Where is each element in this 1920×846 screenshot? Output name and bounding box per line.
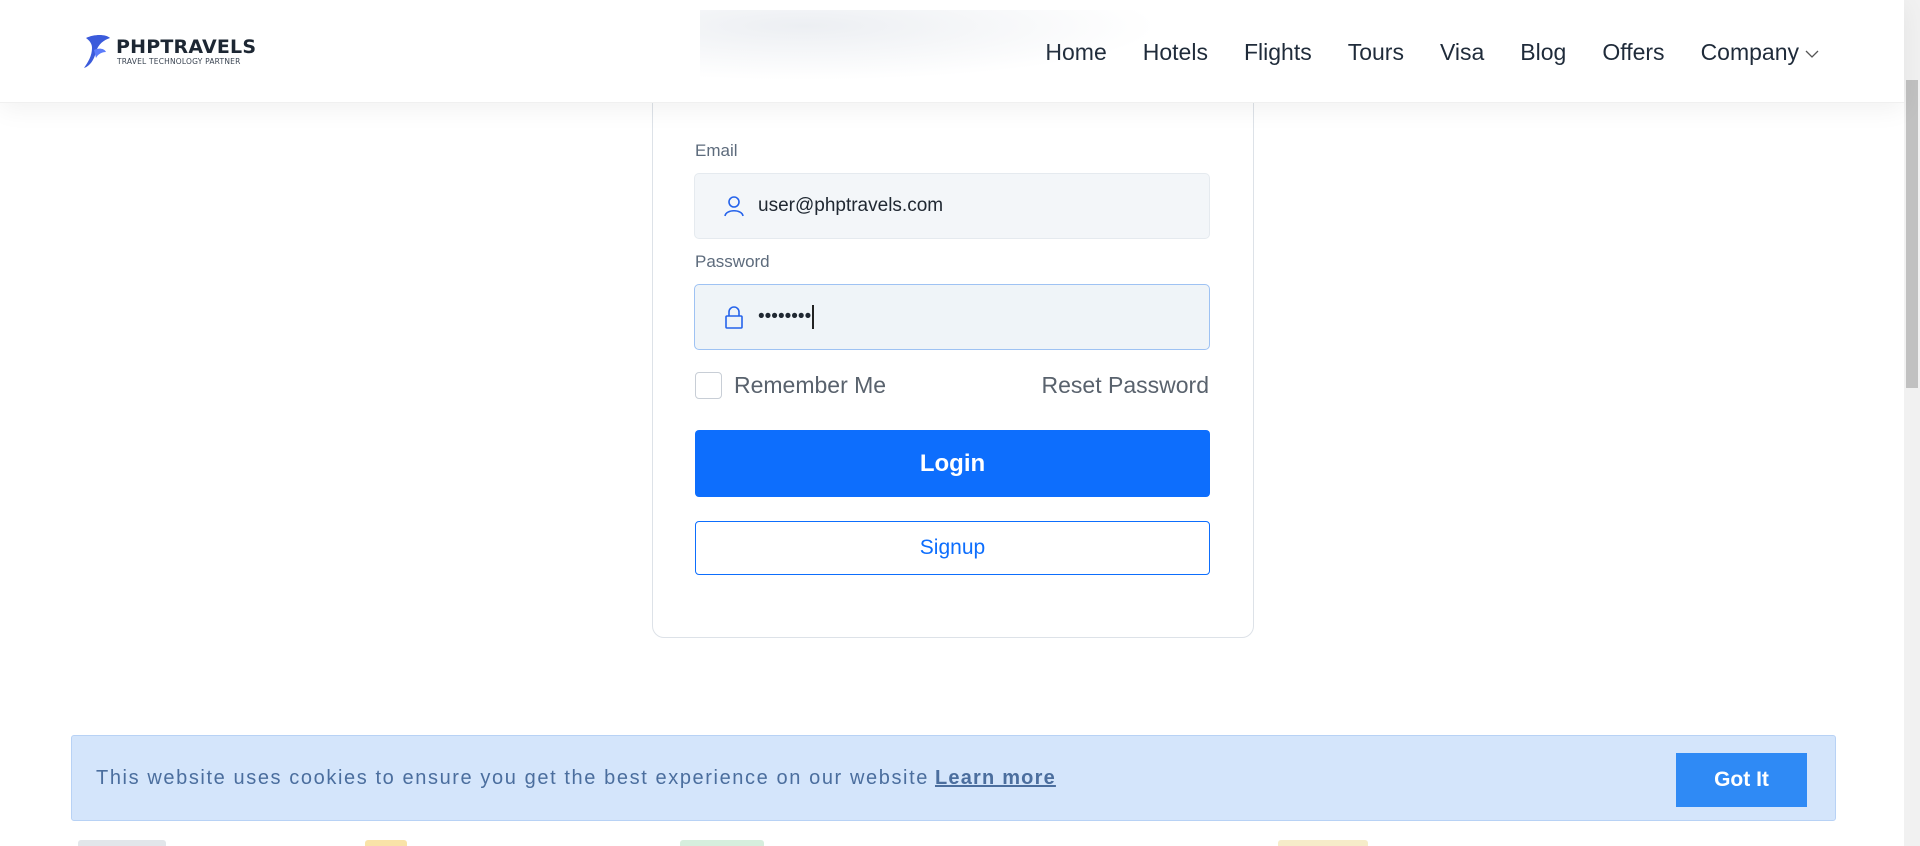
lock-icon	[725, 306, 743, 329]
cookie-banner: This website uses cookies to ensure you …	[71, 735, 1836, 821]
main-nav: Home Hotels Flights Tours Visa Blog Offe…	[1009, 38, 1819, 66]
footer-image-peek	[365, 840, 407, 846]
email-value: user@phptravels.com	[758, 195, 944, 216]
learn-more-link[interactable]: Learn more	[935, 767, 1056, 790]
logo-icon	[84, 35, 110, 68]
nav-visa[interactable]: Visa	[1440, 38, 1484, 66]
footer-image-peek	[680, 840, 764, 846]
remember-checkbox[interactable]	[695, 372, 722, 399]
logo-name: PHPTRAVELS	[116, 36, 257, 58]
site-header: PHPTRAVELS TRAVEL TECHNOLOGY PARTNER Hom…	[0, 0, 1904, 103]
password-value: ••••••••	[758, 306, 812, 327]
remember-label[interactable]: Remember Me	[734, 372, 886, 399]
reset-password-link[interactable]: Reset Password	[1042, 372, 1209, 399]
chevron-down-icon	[1805, 50, 1819, 58]
nav-tours[interactable]: Tours	[1348, 38, 1404, 66]
nav-company-label: Company	[1700, 39, 1799, 65]
logo-tagline: TRAVEL TECHNOLOGY PARTNER	[117, 57, 241, 66]
nav-offers[interactable]: Offers	[1602, 38, 1664, 66]
password-label: Password	[695, 252, 770, 271]
nav-hotels[interactable]: Hotels	[1143, 38, 1208, 66]
user-icon	[724, 196, 744, 217]
password-field[interactable]: ••••••••	[694, 284, 1210, 350]
footer-image-peek	[78, 840, 166, 846]
footer-image-peek	[1278, 840, 1368, 846]
cookie-text: This website uses cookies to ensure you …	[96, 766, 929, 789]
email-label: Email	[695, 141, 738, 160]
nav-blog[interactable]: Blog	[1520, 38, 1566, 66]
page-scrollbar[interactable]	[1904, 0, 1920, 846]
nav-home[interactable]: Home	[1045, 38, 1106, 66]
nav-company[interactable]: Company	[1701, 38, 1819, 66]
email-field[interactable]: user@phptravels.com	[694, 173, 1210, 239]
logo[interactable]: PHPTRAVELS TRAVEL TECHNOLOGY PARTNER	[80, 32, 256, 72]
signup-button[interactable]: Signup	[695, 521, 1210, 575]
scrollbar-thumb[interactable]	[1906, 80, 1918, 388]
login-button[interactable]: Login	[695, 430, 1210, 497]
got-it-button[interactable]: Got It	[1676, 753, 1807, 807]
text-caret	[812, 305, 815, 329]
nav-flights[interactable]: Flights	[1244, 38, 1312, 66]
